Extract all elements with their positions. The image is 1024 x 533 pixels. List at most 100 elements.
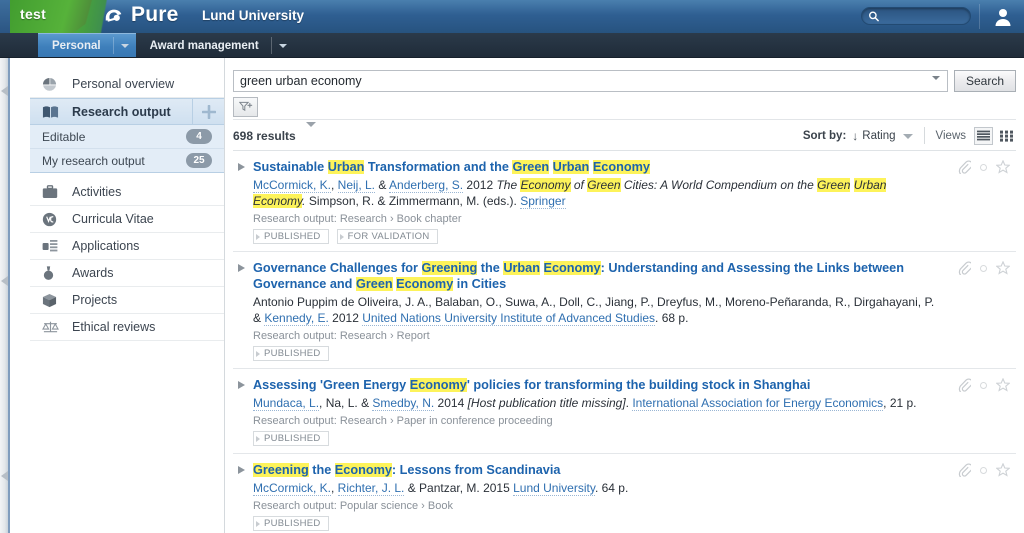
collapse-arrow-top[interactable] bbox=[1, 86, 8, 96]
paperclip-icon[interactable] bbox=[958, 261, 971, 275]
tab-award-management-caret[interactable] bbox=[272, 43, 294, 48]
star-icon[interactable] bbox=[996, 261, 1010, 275]
highlight-term: Economy bbox=[543, 261, 601, 275]
circle-icon[interactable] bbox=[980, 264, 987, 272]
search-dropdown-caret[interactable] bbox=[932, 76, 940, 98]
page-body: Personal overview Research output Editab… bbox=[0, 58, 1024, 533]
chevron-down-icon bbox=[305, 121, 316, 144]
search-input[interactable] bbox=[234, 74, 947, 88]
meta-link[interactable]: International Association for Energy Eco… bbox=[632, 396, 884, 411]
meta-link[interactable]: Neij, L. bbox=[337, 178, 376, 193]
paperclip-icon[interactable] bbox=[958, 463, 971, 477]
sidebar-subitem-editable[interactable]: Editable 4 bbox=[30, 125, 224, 149]
result-row[interactable]: Greening the Economy: Lessons from Scand… bbox=[233, 454, 1016, 533]
results-count-caret[interactable] bbox=[305, 121, 316, 145]
highlight-term: Urban bbox=[853, 178, 887, 192]
sort-by-label: Sort by: bbox=[802, 129, 847, 142]
sidebar-item-curricula-vitae[interactable]: Curricula Vitae bbox=[30, 206, 224, 233]
highlight-term: Greening bbox=[253, 463, 309, 477]
sidebar-item-ethical-reviews[interactable]: Ethical reviews bbox=[30, 314, 224, 341]
user-avatar-icon[interactable] bbox=[994, 7, 1012, 26]
chevron-down-icon bbox=[278, 43, 287, 48]
collapse-arrow-middle[interactable] bbox=[1, 276, 8, 286]
circle-icon[interactable] bbox=[980, 163, 987, 171]
sidebar-item-personal-overview[interactable]: Personal overview bbox=[30, 71, 224, 98]
result-body: Greening the Economy: Lessons from Scand… bbox=[233, 462, 1016, 531]
meta-text: The bbox=[496, 178, 521, 192]
title-text: Governance Challenges for bbox=[253, 261, 422, 275]
triangle-right-icon[interactable] bbox=[238, 163, 245, 171]
view-grid-button[interactable] bbox=[997, 127, 1016, 145]
triangle-right-icon[interactable] bbox=[238, 466, 245, 474]
result-body: Assessing 'Green Energy Economy' policie… bbox=[233, 377, 1016, 446]
highlight-term: Economy bbox=[253, 194, 303, 208]
star-icon[interactable] bbox=[996, 378, 1010, 392]
circle-icon[interactable] bbox=[980, 466, 987, 474]
title-text: the bbox=[477, 261, 504, 275]
view-list-button[interactable] bbox=[974, 126, 993, 145]
meta-link[interactable]: Springer bbox=[520, 194, 566, 209]
search-icon bbox=[869, 11, 879, 22]
tab-award-management[interactable]: Award management bbox=[136, 33, 294, 58]
sidebar-item-activities[interactable]: Activities bbox=[30, 179, 224, 206]
result-title[interactable]: Assessing 'Green Energy Economy' policie… bbox=[253, 377, 938, 393]
result-status-chips: PUBLISHED bbox=[253, 346, 938, 361]
pure-swirl-logo-icon bbox=[105, 9, 122, 22]
main-content: Search 698 results Sort by: ↓ Rating bbox=[225, 58, 1024, 533]
result-title[interactable]: Sustainable Urban Transformation and the… bbox=[253, 159, 938, 175]
meta-text: & bbox=[375, 178, 390, 192]
tab-personal-caret[interactable] bbox=[114, 43, 136, 48]
add-research-output-button[interactable] bbox=[192, 99, 224, 124]
meta-link[interactable]: Richter, J. L. bbox=[337, 481, 405, 496]
sort-value[interactable]: Rating bbox=[862, 130, 895, 142]
global-search-box[interactable] bbox=[861, 7, 971, 25]
meta-text: , 21 p. bbox=[883, 396, 917, 410]
meta-text: . 64 p. bbox=[594, 481, 629, 495]
result-row[interactable]: Assessing 'Green Energy Economy' policie… bbox=[233, 369, 1016, 454]
paperclip-icon[interactable] bbox=[958, 160, 971, 174]
meta-link[interactable]: Anderberg, S. bbox=[389, 178, 464, 193]
arrow-down-icon[interactable]: ↓ bbox=[852, 129, 858, 143]
title-text: the bbox=[308, 463, 335, 477]
search-button[interactable]: Search bbox=[954, 70, 1016, 92]
highlight-term: Urban bbox=[503, 261, 540, 275]
sidebar-item-label: Activities bbox=[72, 185, 122, 199]
sidebar-item-projects[interactable]: Projects bbox=[30, 287, 224, 314]
applications-icon bbox=[42, 238, 64, 254]
status-badge: PUBLISHED bbox=[253, 431, 329, 446]
meta-link[interactable]: United Nations University Institute of A… bbox=[362, 311, 656, 326]
search-input-wrapper[interactable] bbox=[233, 70, 948, 97]
sidebar-subitem-my-research-output[interactable]: My research output 25 bbox=[30, 149, 224, 173]
title-text: Sustainable bbox=[253, 160, 328, 174]
result-type-line: Research output: Popular science › Book bbox=[253, 500, 453, 512]
add-filter-button[interactable] bbox=[233, 96, 258, 117]
meta-link[interactable]: Kennedy, E. bbox=[264, 311, 329, 326]
meta-link[interactable]: McCormick, K. bbox=[253, 178, 331, 193]
collapse-arrow-bottom[interactable] bbox=[1, 471, 8, 481]
result-title[interactable]: Governance Challenges for Greening the U… bbox=[253, 260, 938, 292]
sort-dropdown-caret[interactable] bbox=[902, 130, 913, 142]
meta-link[interactable]: Mundaca, L. bbox=[253, 396, 320, 411]
star-icon[interactable] bbox=[996, 463, 1010, 477]
tab-personal[interactable]: Personal bbox=[38, 33, 136, 58]
brand-logo-group[interactable]: Pure bbox=[103, 3, 179, 27]
triangle-right-icon[interactable] bbox=[238, 381, 245, 389]
circle-icon[interactable] bbox=[980, 381, 987, 389]
meta-link[interactable]: McCormick, K. bbox=[253, 481, 331, 496]
meta-text: 2012 bbox=[328, 311, 363, 325]
result-title[interactable]: Greening the Economy: Lessons from Scand… bbox=[253, 462, 938, 478]
meta-link[interactable]: Lund University bbox=[513, 481, 595, 496]
environment-label: test bbox=[20, 6, 47, 22]
star-icon[interactable] bbox=[996, 160, 1010, 174]
result-row[interactable]: Sustainable Urban Transformation and the… bbox=[233, 151, 1016, 252]
paperclip-icon[interactable] bbox=[958, 378, 971, 392]
meta-link[interactable]: Smedby, N. bbox=[372, 396, 435, 411]
triangle-right-icon[interactable] bbox=[238, 264, 245, 272]
sidebar-item-applications[interactable]: Applications bbox=[30, 233, 224, 260]
sidebar-item-awards[interactable]: Awards bbox=[30, 260, 224, 287]
toolbar-divider bbox=[923, 127, 925, 144]
search-row: Search bbox=[233, 70, 1016, 97]
result-row[interactable]: Governance Challenges for Greening the U… bbox=[233, 252, 1016, 369]
sidebar-item-research-output[interactable]: Research output bbox=[30, 98, 224, 125]
tab-award-management-label: Award management bbox=[149, 39, 259, 52]
